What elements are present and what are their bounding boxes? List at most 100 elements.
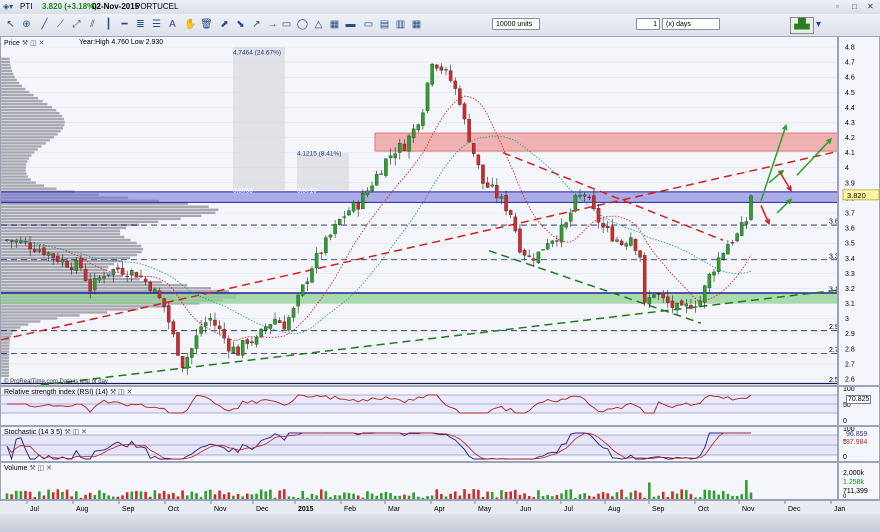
candle xyxy=(213,319,217,326)
horizontal-line-icon[interactable]: ━ xyxy=(118,18,131,31)
chevron-down-icon[interactable]: ▾ xyxy=(812,18,825,31)
stoch-d-value: 87.984 xyxy=(846,439,868,446)
candle xyxy=(88,279,92,292)
x-tick-label: Jul xyxy=(564,506,573,513)
symbol-label[interactable]: PTI xyxy=(20,2,32,11)
volume-profile-bar xyxy=(1,102,48,106)
candle xyxy=(712,271,716,276)
volume-profile-bar xyxy=(1,139,50,142)
candle xyxy=(337,219,342,225)
candle xyxy=(564,222,568,228)
candle xyxy=(365,190,370,196)
chart-type-icon[interactable]: ▟▙ xyxy=(790,17,814,34)
extended-line-icon[interactable]: ⤢ xyxy=(70,18,83,31)
pointer-icon[interactable]: ↖ xyxy=(4,18,17,31)
price-panel-title: Price ⚒ ◫ ✕ xyxy=(4,40,45,47)
color-palette-icon[interactable]: ▬ xyxy=(344,18,357,31)
volume-bar xyxy=(301,490,305,499)
grid-icon[interactable]: ▦ xyxy=(328,18,341,31)
candle xyxy=(273,319,277,325)
rectangle-icon[interactable]: ▭ xyxy=(280,18,293,31)
chart-menu-icon[interactable]: ◈▾ xyxy=(3,2,13,11)
volume-bar xyxy=(347,493,351,499)
candle xyxy=(545,243,550,250)
stochastic-panel[interactable]: Stochastic (14 3 5) ⚒ ◫ ✕ xyxy=(0,426,838,462)
candle xyxy=(592,195,596,210)
candle xyxy=(444,69,448,71)
candle xyxy=(240,340,245,356)
candle xyxy=(83,269,88,281)
volume-panel-title: Volume ⚒ ◫ ✕ xyxy=(4,465,52,472)
channel-icon[interactable]: ≣ xyxy=(134,18,147,31)
candle xyxy=(467,119,471,143)
arrow-tool-icon[interactable]: ↗ xyxy=(250,18,263,31)
vertical-line-icon[interactable]: ┃ xyxy=(102,18,115,31)
candle xyxy=(46,252,51,256)
window-close-icon[interactable]: ✕ xyxy=(867,2,874,11)
units-value: 10000 units xyxy=(496,21,533,28)
candle xyxy=(42,247,46,255)
period-unit-select[interactable]: (x) days xyxy=(662,18,720,30)
candle xyxy=(425,82,430,111)
volume-bar xyxy=(56,489,60,499)
window-restore-icon[interactable]: ▫ xyxy=(836,2,839,11)
arrow-down-icon[interactable]: ⬊ xyxy=(234,18,247,31)
volume-profile-bar xyxy=(1,172,27,175)
parallel-lines-icon[interactable]: ⫽ xyxy=(86,18,99,31)
fibonacci-icon[interactable]: ☰ xyxy=(150,18,163,31)
volume-profile-bar xyxy=(1,121,65,124)
candle xyxy=(231,346,236,353)
volume-profile-bar xyxy=(1,314,80,317)
units-select[interactable]: 10000 units xyxy=(492,18,540,30)
candle xyxy=(208,317,213,321)
candle xyxy=(740,222,744,236)
settings-icon[interactable]: ▤ xyxy=(378,18,391,31)
volume-profile-bar xyxy=(1,184,44,187)
candle xyxy=(51,253,55,258)
volume-profile-bar xyxy=(1,178,31,181)
rsi-panel-title: Relative strength index (RSI) (14) ⚒ ◫ ✕ xyxy=(4,389,133,396)
y-tick-label: 4.7 xyxy=(845,60,855,67)
volume-bar xyxy=(38,491,41,499)
candle xyxy=(476,154,481,166)
volume-profile-bar xyxy=(1,311,108,314)
volume-panel[interactable]: Volume ⚒ ◫ ✕ xyxy=(0,462,838,500)
window-maximize-icon[interactable]: □ xyxy=(852,2,857,11)
triangle-icon[interactable]: △ xyxy=(312,18,325,31)
price-panel[interactable]: 4.7464 (24.67%) 4.1215 (8.41%) 3.8063 3.801… xyxy=(0,36,838,386)
candle xyxy=(629,237,633,246)
candle xyxy=(287,317,291,331)
candle xyxy=(513,216,518,232)
volume-bar xyxy=(75,491,78,499)
x-tick-label: 2015 xyxy=(298,506,314,513)
candle xyxy=(185,356,189,369)
volume-bar xyxy=(721,490,725,499)
delete-icon[interactable]: 🗑 xyxy=(200,18,213,31)
volume-bar xyxy=(708,490,711,499)
text-tool-icon[interactable]: A xyxy=(166,18,179,31)
period-input[interactable]: 1 xyxy=(636,18,660,30)
arrow-up-icon[interactable]: ⬈ xyxy=(218,18,231,31)
rsi-panel[interactable]: Relative strength index (RSI) (14) ⚒ ◫ ✕ xyxy=(0,386,838,426)
y-tick-label: 3.7 xyxy=(845,211,855,218)
layout-icon[interactable]: ▥ xyxy=(394,18,407,31)
hand-icon[interactable]: ✋ xyxy=(184,18,197,31)
line-tool-icon[interactable]: ╱ xyxy=(38,18,51,31)
price-change-label: 3.820 (+3.18%) xyxy=(42,2,97,11)
arrow-right-icon[interactable]: → xyxy=(266,18,279,31)
level-label: 2.77 xyxy=(829,347,838,354)
candle xyxy=(32,249,37,252)
zoom-icon[interactable]: ⊕ xyxy=(20,18,33,31)
volume-profile-bar xyxy=(1,108,57,112)
ray-tool-icon[interactable]: ⟋ xyxy=(54,18,67,31)
candle xyxy=(633,238,638,251)
display-icon[interactable]: ▦ xyxy=(410,18,423,31)
candle xyxy=(37,249,42,252)
line-style-icon[interactable]: ▭ xyxy=(362,18,375,31)
period-unit-value: (x) days xyxy=(666,21,691,28)
candle xyxy=(65,261,69,268)
ellipse-icon[interactable]: ◯ xyxy=(296,18,309,31)
status-bar xyxy=(0,514,880,532)
x-axis: Jul Aug Sep Oct Nov Dec 2015 Feb Mar Apr May Jun Jul… xyxy=(0,500,880,515)
candle xyxy=(324,237,328,254)
